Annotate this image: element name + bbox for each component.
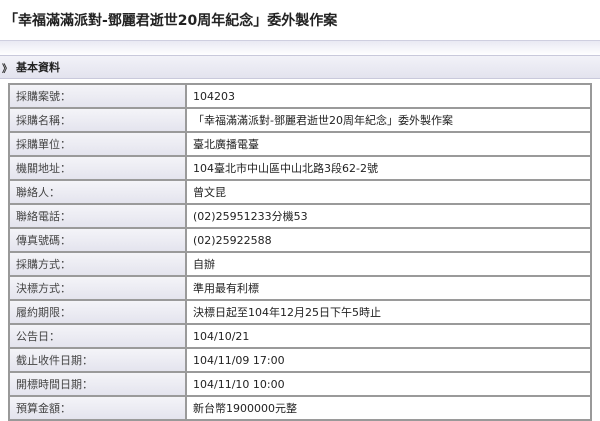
row-value: 自辦	[186, 252, 591, 276]
section-header-basic-info: 》 基本資料	[0, 55, 600, 79]
basic-info-table: 採購案號： 104203 採購名稱： 「幸福滿滿派對-鄧麗君逝世20周年紀念」委…	[8, 83, 592, 421]
table-row: 截止收件日期： 104/11/09 17:00	[9, 348, 591, 372]
row-value: 104臺北市中山區中山北路3段62-2號	[186, 156, 591, 180]
row-label: 採購方式：	[9, 252, 186, 276]
row-value: 曾文昆	[186, 180, 591, 204]
row-label: 聯絡人：	[9, 180, 186, 204]
row-label: 聯絡電話：	[9, 204, 186, 228]
row-value: 準用最有利標	[186, 276, 591, 300]
row-value: (02)25922588	[186, 228, 591, 252]
row-value: 「幸福滿滿派對-鄧麗君逝世20周年紀念」委外製作案	[186, 108, 591, 132]
row-value: 臺北廣播電臺	[186, 132, 591, 156]
page-title: 「幸福滿滿派對-鄧麗君逝世20周年紀念」委外製作案	[4, 13, 338, 29]
header-divider	[0, 40, 600, 55]
row-value: 新台幣1900000元整	[186, 396, 591, 420]
table-row: 採購方式： 自辦	[9, 252, 591, 276]
table-row: 預算金額： 新台幣1900000元整	[9, 396, 591, 420]
info-table-wrapper: 採購案號： 104203 採購名稱： 「幸福滿滿派對-鄧麗君逝世20周年紀念」委…	[0, 79, 600, 421]
row-value: (02)25951233分機53	[186, 204, 591, 228]
table-row: 採購案號： 104203	[9, 84, 591, 108]
page-header: 「幸福滿滿派對-鄧麗君逝世20周年紀念」委外製作案	[0, 0, 600, 40]
row-value: 104/11/09 17:00	[186, 348, 591, 372]
row-label: 開標時間日期：	[9, 372, 186, 396]
table-row: 採購單位： 臺北廣播電臺	[9, 132, 591, 156]
row-label: 公告日：	[9, 324, 186, 348]
table-row: 傳真號碼： (02)25922588	[9, 228, 591, 252]
table-row: 公告日： 104/10/21	[9, 324, 591, 348]
row-label: 機關地址：	[9, 156, 186, 180]
table-row: 機關地址： 104臺北市中山區中山北路3段62-2號	[9, 156, 591, 180]
table-row: 履約期限： 決標日起至104年12月25日下午5時止	[9, 300, 591, 324]
section-title: 基本資料	[16, 61, 60, 74]
table-row: 採購名稱： 「幸福滿滿派對-鄧麗君逝世20周年紀念」委外製作案	[9, 108, 591, 132]
row-label: 傳真號碼：	[9, 228, 186, 252]
table-row: 聯絡人： 曾文昆	[9, 180, 591, 204]
table-row: 開標時間日期： 104/11/10 10:00	[9, 372, 591, 396]
row-label: 採購案號：	[9, 84, 186, 108]
row-label: 採購名稱：	[9, 108, 186, 132]
row-value: 決標日起至104年12月25日下午5時止	[186, 300, 591, 324]
row-value: 104203	[186, 84, 591, 108]
row-label: 截止收件日期：	[9, 348, 186, 372]
row-label: 預算金額：	[9, 396, 186, 420]
double-chevron-right-icon: 》	[2, 63, 12, 75]
row-label: 採購單位：	[9, 132, 186, 156]
table-row: 聯絡電話： (02)25951233分機53	[9, 204, 591, 228]
row-value: 104/11/10 10:00	[186, 372, 591, 396]
row-value: 104/10/21	[186, 324, 591, 348]
row-label: 履約期限：	[9, 300, 186, 324]
row-label: 決標方式：	[9, 276, 186, 300]
table-row: 決標方式： 準用最有利標	[9, 276, 591, 300]
